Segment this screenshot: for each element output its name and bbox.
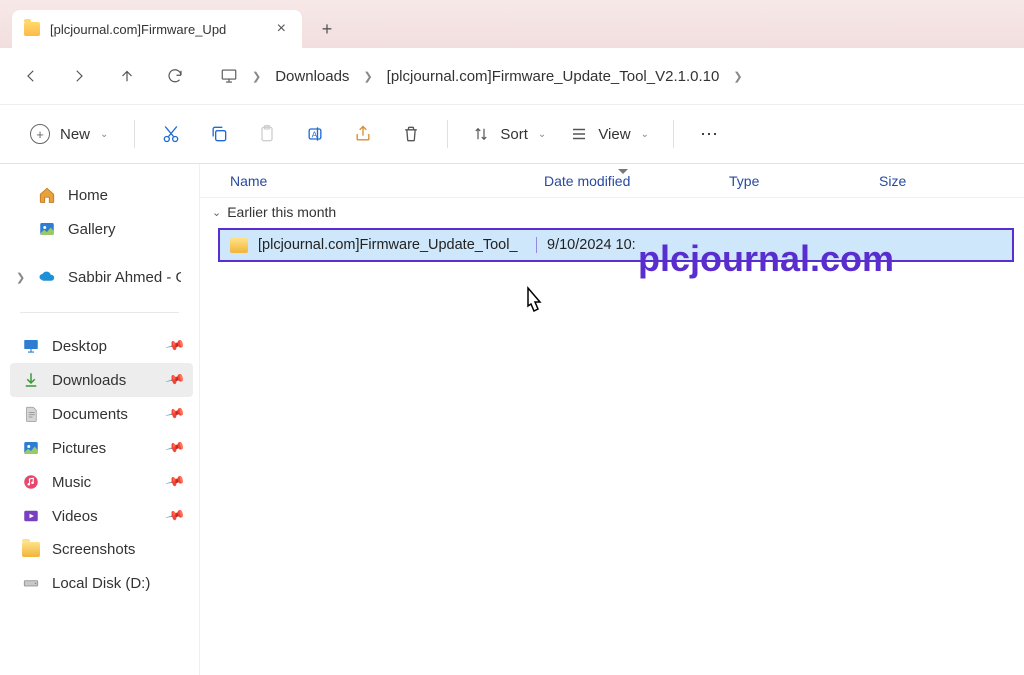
sidebar-item-label: Downloads bbox=[52, 372, 126, 389]
sidebar-item-documents[interactable]: Documents 📌 bbox=[10, 397, 193, 431]
new-label: New bbox=[60, 126, 90, 143]
videos-icon bbox=[22, 507, 40, 525]
sidebar-item-localdisk[interactable]: Local Disk (D:) bbox=[10, 566, 193, 600]
music-icon bbox=[22, 473, 40, 491]
sidebar-item-desktop[interactable]: Desktop 📌 bbox=[10, 329, 193, 363]
view-icon bbox=[570, 125, 588, 143]
sidebar-item-gallery[interactable]: Gallery bbox=[26, 212, 193, 246]
toolbar: + New ⌄ A Sort ⌄ View ⌄ ⋯ bbox=[0, 104, 1024, 164]
plus-circle-icon: + bbox=[30, 124, 50, 144]
chevron-right-icon: ❯ bbox=[363, 70, 372, 83]
view-button[interactable]: View ⌄ bbox=[560, 119, 659, 149]
sort-label: Sort bbox=[500, 126, 528, 143]
home-icon bbox=[38, 186, 56, 204]
folder-icon bbox=[230, 238, 248, 253]
forward-button[interactable] bbox=[58, 56, 100, 96]
rename-button[interactable]: A bbox=[293, 114, 337, 154]
column-header-name[interactable]: Name bbox=[200, 173, 530, 189]
chevron-down-icon: ⌄ bbox=[212, 206, 221, 219]
svg-text:A: A bbox=[312, 129, 318, 139]
pin-icon[interactable]: 📌 bbox=[164, 335, 186, 357]
refresh-button[interactable] bbox=[154, 56, 196, 96]
download-icon bbox=[22, 371, 40, 389]
new-button[interactable]: + New ⌄ bbox=[18, 118, 120, 150]
sidebar-item-videos[interactable]: Videos 📌 bbox=[10, 499, 193, 533]
pc-icon bbox=[220, 67, 238, 85]
cloud-icon bbox=[38, 268, 56, 286]
more-button[interactable]: ⋯ bbox=[688, 114, 732, 154]
divider bbox=[673, 120, 674, 148]
sidebar-item-music[interactable]: Music 📌 bbox=[10, 465, 193, 499]
sidebar-item-onedrive[interactable]: ❯ Sabbir Ahmed - Glo bbox=[26, 260, 193, 294]
nav-bar: ❯ Downloads ❯ [plcjournal.com]Firmware_U… bbox=[0, 48, 1024, 104]
sidebar-item-pictures[interactable]: Pictures 📌 bbox=[10, 431, 193, 465]
sort-button[interactable]: Sort ⌄ bbox=[462, 119, 556, 149]
group-header[interactable]: ⌄ Earlier this month bbox=[200, 198, 1024, 226]
delete-button[interactable] bbox=[389, 114, 433, 154]
sidebar-item-label: Desktop bbox=[52, 338, 107, 355]
documents-icon bbox=[22, 405, 40, 423]
chevron-down-icon: ⌄ bbox=[538, 129, 546, 140]
copy-button[interactable] bbox=[197, 114, 241, 154]
up-button[interactable] bbox=[106, 56, 148, 96]
tab-close-icon[interactable]: × bbox=[273, 18, 290, 40]
gallery-icon bbox=[38, 220, 56, 238]
column-header-type[interactable]: Type bbox=[715, 173, 865, 189]
pin-icon[interactable]: 📌 bbox=[164, 437, 186, 459]
column-header-date[interactable]: Date modified bbox=[530, 173, 715, 189]
divider bbox=[20, 312, 179, 313]
chevron-down-icon: ⌄ bbox=[100, 129, 108, 140]
sidebar-item-label: Pictures bbox=[52, 440, 106, 457]
pin-icon[interactable]: 📌 bbox=[164, 369, 186, 391]
sidebar-item-label: Documents bbox=[52, 406, 128, 423]
column-header-size[interactable]: Size bbox=[865, 173, 1024, 189]
address-bar[interactable]: ❯ Downloads ❯ [plcjournal.com]Firmware_U… bbox=[202, 67, 1014, 85]
view-label: View bbox=[598, 126, 630, 143]
sidebar-item-label: Home bbox=[68, 187, 108, 204]
group-label: Earlier this month bbox=[227, 204, 336, 220]
pictures-icon bbox=[22, 439, 40, 457]
sidebar-item-label: Videos bbox=[52, 508, 98, 525]
new-tab-button[interactable]: + bbox=[308, 10, 346, 48]
cut-button[interactable] bbox=[149, 114, 193, 154]
title-bar: [plcjournal.com]Firmware_Upd × + bbox=[0, 0, 1024, 48]
tab-active[interactable]: [plcjournal.com]Firmware_Upd × bbox=[12, 10, 302, 48]
sidebar-item-label: Screenshots bbox=[52, 541, 135, 558]
file-list-area[interactable]: Name Date modified Type Size ⌄ Earlier t… bbox=[200, 164, 1024, 675]
sidebar-item-label: Sabbir Ahmed - Glo bbox=[68, 269, 181, 286]
breadcrumb-current[interactable]: [plcjournal.com]Firmware_Update_Tool_V2.… bbox=[387, 68, 720, 85]
column-headers: Name Date modified Type Size bbox=[200, 164, 1024, 198]
breadcrumb-downloads[interactable]: Downloads bbox=[275, 68, 349, 85]
file-date: 9/10/2024 10: bbox=[536, 237, 718, 253]
folder-icon bbox=[22, 542, 40, 557]
sidebar-item-label: Music bbox=[52, 474, 91, 491]
drive-icon bbox=[22, 574, 40, 592]
folder-icon bbox=[24, 22, 40, 36]
sidebar-item-label: Local Disk (D:) bbox=[52, 575, 150, 592]
tab-title: [plcjournal.com]Firmware_Upd bbox=[50, 22, 263, 37]
pin-icon[interactable]: 📌 bbox=[164, 471, 186, 493]
share-button[interactable] bbox=[341, 114, 385, 154]
chevron-down-icon: ⌄ bbox=[641, 129, 649, 140]
sidebar-item-downloads[interactable]: Downloads 📌 bbox=[10, 363, 193, 397]
divider bbox=[447, 120, 448, 148]
sidebar-item-screenshots[interactable]: Screenshots bbox=[10, 533, 193, 566]
chevron-right-icon[interactable]: ❯ bbox=[16, 271, 25, 284]
file-row-selected[interactable]: [plcjournal.com]Firmware_Update_Tool_ 9/… bbox=[218, 228, 1014, 262]
back-button[interactable] bbox=[10, 56, 52, 96]
paste-button[interactable] bbox=[245, 114, 289, 154]
file-name: [plcjournal.com]Firmware_Update_Tool_ bbox=[258, 237, 518, 253]
sort-icon bbox=[472, 125, 490, 143]
sidebar: Home Gallery ❯ Sabbir Ahmed - Glo Deskto… bbox=[0, 164, 200, 675]
chevron-right-icon: ❯ bbox=[252, 70, 261, 83]
sidebar-item-home[interactable]: Home bbox=[26, 178, 193, 212]
sidebar-item-label: Gallery bbox=[68, 221, 116, 238]
divider bbox=[134, 120, 135, 148]
chevron-right-icon: ❯ bbox=[733, 70, 742, 83]
pin-icon[interactable]: 📌 bbox=[164, 505, 186, 527]
pin-icon[interactable]: 📌 bbox=[164, 403, 186, 425]
desktop-icon bbox=[22, 337, 40, 355]
